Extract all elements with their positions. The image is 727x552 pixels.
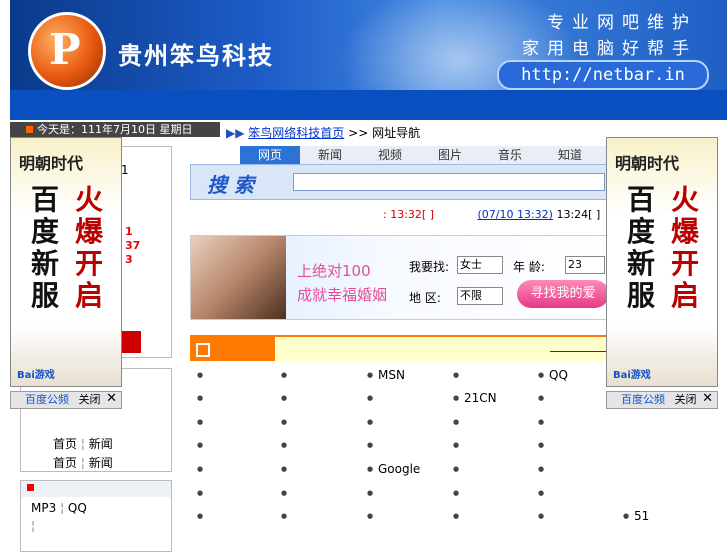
tab-video[interactable]: 视频 — [360, 146, 420, 164]
logo-glyph: P — [49, 25, 81, 74]
list-item[interactable]: MSN — [367, 368, 405, 382]
search-input[interactable] — [293, 173, 605, 191]
red-square-icon — [27, 484, 34, 491]
slogan-line-2: 家用电脑好帮手 — [522, 39, 697, 59]
left-line-1: 1 — [121, 163, 129, 177]
ad-line-2: 成就幸福婚姻 — [297, 286, 388, 304]
ticker-item-2[interactable]: (07/10 13:32) — [477, 208, 552, 221]
tab-images[interactable]: 图片 — [420, 146, 480, 164]
banner-strip — [10, 90, 727, 120]
pipe-divider: ¦ — [80, 437, 89, 451]
category-more-link[interactable] — [550, 351, 610, 352]
pipe-divider: ¦ — [60, 501, 68, 515]
ad-age-label: 年 龄: — [513, 260, 545, 274]
baidu-games-logo: Bai游戏 — [613, 370, 651, 381]
date-bar: 今天是：111年7月10日 星期日 — [10, 122, 220, 137]
side-ad-title: 明朝时代 — [615, 154, 680, 173]
red-number-2: 37 — [125, 239, 141, 252]
side-ad-right-closebar: 百度公频 关闭 ✕ — [606, 391, 718, 409]
baidu-games-logo: Bai游戏 — [17, 370, 55, 381]
baidu-public-label: 百度公频 — [25, 393, 69, 406]
ad-want-label: 我要找: — [409, 260, 450, 274]
couple-image — [191, 236, 286, 319]
close-text[interactable]: 关闭 — [675, 393, 697, 406]
ad-line-1: 上绝对100 — [297, 262, 371, 280]
tab-zhidao[interactable]: 知道 — [540, 146, 600, 164]
left-music-row-2[interactable]: ¦ — [31, 519, 35, 533]
ad-region-label: 地 区: — [409, 291, 441, 305]
baidu-public-label: 百度公频 — [621, 393, 665, 406]
left-music-box: MP3 ¦ QQ ¦ — [20, 480, 172, 552]
mp3-link[interactable]: MP3 — [31, 501, 56, 515]
close-icon[interactable]: ✕ — [702, 391, 713, 407]
music-box-header — [21, 481, 171, 497]
side-ad-col1: 百度新服 — [31, 183, 60, 312]
close-text[interactable]: 关闭 — [79, 393, 101, 406]
list-item[interactable]: QQ — [538, 368, 568, 382]
list-item[interactable]: 51 — [623, 509, 649, 523]
header-banner: P 贵州笨鸟科技 专业网吧维护 家用电脑好帮手 http://netbar.in — [10, 0, 727, 120]
double-arrow-icon: ▶▶ — [226, 126, 245, 140]
left-row-1-a[interactable]: 首页 — [53, 437, 77, 451]
side-ad-left[interactable]: 明朝时代 百度新服 火爆开启 Bai游戏 — [10, 137, 122, 387]
mp3-row[interactable]: MP3 ¦ QQ — [31, 501, 87, 515]
red-number-1: 1 — [125, 225, 133, 238]
category-bar — [190, 335, 610, 361]
tab-music[interactable]: 音乐 — [480, 146, 540, 164]
search-tabs: 网页 新闻 视频 图片 音乐 知道 — [240, 146, 610, 164]
brand-name: 贵州笨鸟科技 — [118, 42, 274, 70]
breadcrumb: ▶▶ 笨鸟网络科技首页 >> 网址导航 — [226, 124, 420, 141]
left-row-1-b[interactable]: 新闻 — [89, 437, 113, 451]
red-number-3: 3 — [125, 253, 133, 266]
side-ad-right[interactable]: 明朝时代 百度新服 火爆开启 Bai游戏 — [606, 137, 718, 387]
pipe-divider: ¦ — [31, 519, 36, 533]
search-box: 搜 索 — [190, 164, 612, 200]
side-ad-col1: 百度新服 — [627, 183, 656, 312]
pipe-divider: ¦ — [80, 456, 89, 470]
qq-link[interactable]: QQ — [68, 501, 87, 515]
logo-icon[interactable]: P — [28, 12, 106, 90]
red-button[interactable] — [121, 331, 141, 353]
age-select[interactable]: 23 — [565, 256, 605, 274]
list-item[interactable]: Google — [367, 462, 420, 476]
search-label: 搜 索 — [207, 173, 254, 197]
ticker-item-1[interactable]: : 13:32[ ] — [383, 208, 434, 221]
corner-icon — [196, 343, 210, 357]
side-ad-title: 明朝时代 — [19, 154, 84, 173]
site-url[interactable]: http://netbar.in — [497, 60, 709, 90]
dating-ad[interactable]: 上绝对100 成就幸福婚姻 我要找: 女士 年 龄: 23 地 区: 不限 寻找… — [190, 235, 612, 320]
left-row-2-b[interactable]: 新闻 — [89, 456, 113, 470]
news-ticker: : 13:32[ ] (07/10 13:32) 13:24[ ] — [383, 208, 600, 221]
date-text: 今天是：111年7月10日 星期日 — [37, 123, 193, 136]
slogan-line-1: 专业网吧维护 — [547, 13, 697, 33]
left-row-1[interactable]: 首页 ¦ 新闻 — [53, 435, 113, 452]
breadcrumb-home-link[interactable]: 笨鸟网络科技首页 — [248, 126, 344, 140]
side-ad-col2: 火爆开启 — [75, 183, 104, 312]
ticker-item-3[interactable]: 13:24[ ] — [556, 208, 600, 221]
category-tab — [190, 337, 275, 361]
side-ad-col2: 火爆开启 — [671, 183, 700, 312]
region-select[interactable]: 不限 — [457, 287, 503, 305]
square-icon — [26, 126, 33, 133]
left-red-numbers: 1 37 3 — [125, 225, 140, 267]
breadcrumb-sep: >> — [348, 126, 369, 140]
left-row-2[interactable]: 首页 ¦ 新闻 — [53, 454, 113, 471]
tab-news[interactable]: 新闻 — [300, 146, 360, 164]
close-icon[interactable]: ✕ — [106, 391, 117, 407]
list-item[interactable]: 21CN — [453, 391, 497, 405]
left-row-2-a[interactable]: 首页 — [53, 456, 77, 470]
gender-select[interactable]: 女士 — [457, 256, 503, 274]
side-ad-left-closebar: 百度公频 关闭 ✕ — [10, 391, 122, 409]
find-love-button[interactable]: 寻找我的爱 — [517, 280, 609, 308]
tab-web[interactable]: 网页 — [240, 146, 300, 164]
breadcrumb-current: 网址导航 — [372, 126, 421, 140]
